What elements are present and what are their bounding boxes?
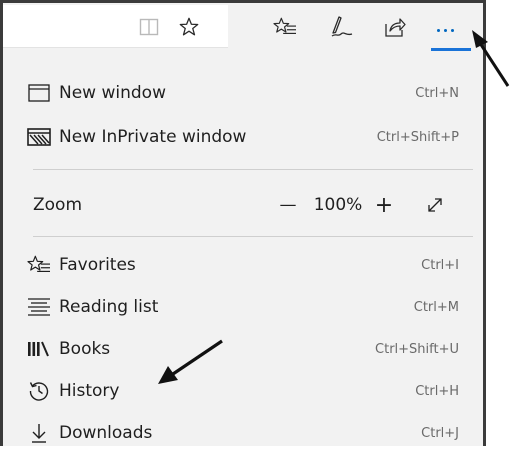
hub-button[interactable] bbox=[269, 11, 301, 43]
screenshot-stage: New window Ctrl+N New InPrivate window C… bbox=[0, 0, 512, 464]
zoom-out-button[interactable]: — bbox=[273, 195, 303, 215]
menu-item-history[interactable]: History Ctrl+H bbox=[17, 371, 471, 411]
favorites-icon bbox=[27, 253, 51, 277]
browser-toolbar bbox=[3, 3, 483, 57]
inprivate-icon bbox=[27, 125, 51, 149]
menu-item-label: Favorites bbox=[59, 255, 136, 275]
share-button[interactable] bbox=[379, 11, 411, 43]
menu-item-new-window[interactable]: New window Ctrl+N bbox=[17, 73, 471, 113]
menu-item-shortcut: Ctrl+N bbox=[415, 85, 459, 101]
menu-item-favorites[interactable]: Favorites Ctrl+I bbox=[17, 245, 471, 285]
history-icon bbox=[27, 379, 51, 403]
reading-view-icon bbox=[139, 18, 159, 36]
favorites-hub-icon bbox=[273, 17, 296, 35]
menu-item-new-inprivate-window[interactable]: New InPrivate window Ctrl+Shift+P bbox=[17, 117, 471, 157]
menu-item-label: New InPrivate window bbox=[59, 127, 247, 147]
books-icon bbox=[27, 337, 51, 361]
menu-item-shortcut: Ctrl+M bbox=[413, 299, 459, 315]
menu-item-zoom: Zoom — 100% + bbox=[17, 185, 471, 225]
annotation-arrow-history bbox=[158, 339, 223, 384]
zoom-label: Zoom bbox=[33, 195, 83, 215]
share-icon bbox=[385, 18, 406, 37]
menu-item-label: Reading list bbox=[59, 297, 159, 317]
menu-item-books[interactable]: Books Ctrl+Shift+U bbox=[17, 329, 471, 369]
menu-item-label: Downloads bbox=[59, 423, 153, 443]
zoom-in-button[interactable]: + bbox=[369, 193, 399, 218]
zoom-level: 100% bbox=[313, 195, 363, 215]
menu-item-downloads[interactable]: Downloads Ctrl+J bbox=[17, 413, 471, 446]
menu-item-label: Books bbox=[59, 339, 111, 359]
fullscreen-icon bbox=[428, 198, 442, 212]
add-favorite-button[interactable] bbox=[173, 11, 205, 43]
web-note-icon bbox=[331, 16, 353, 37]
address-bar[interactable] bbox=[3, 5, 228, 48]
menu-item-label: History bbox=[59, 381, 120, 401]
menu-divider bbox=[33, 169, 473, 170]
menu-item-shortcut: Ctrl+Shift+P bbox=[376, 129, 459, 145]
menu-item-label: New window bbox=[59, 83, 166, 103]
web-note-button[interactable] bbox=[325, 11, 357, 43]
fullscreen-button[interactable] bbox=[415, 196, 455, 214]
menu-item-shortcut: Ctrl+I bbox=[421, 257, 459, 273]
settings-and-more-menu: New window Ctrl+N New InPrivate window C… bbox=[17, 65, 483, 446]
edge-browser-window: New window Ctrl+N New InPrivate window C… bbox=[3, 3, 483, 446]
menu-item-shortcut: Ctrl+H bbox=[415, 383, 459, 399]
annotation-arrow-more bbox=[472, 30, 510, 87]
reading-view-button[interactable] bbox=[133, 11, 165, 43]
menu-item-reading-list[interactable]: Reading list Ctrl+M bbox=[17, 287, 471, 327]
window-icon bbox=[27, 81, 51, 105]
favorite-star-icon bbox=[179, 17, 199, 36]
more-actions-button[interactable] bbox=[431, 11, 471, 53]
menu-divider bbox=[33, 236, 473, 237]
active-indicator bbox=[431, 48, 471, 51]
downloads-icon bbox=[27, 421, 51, 445]
menu-item-shortcut: Ctrl+Shift+U bbox=[375, 341, 459, 357]
menu-item-shortcut: Ctrl+J bbox=[421, 425, 459, 441]
more-actions-icon bbox=[437, 29, 454, 32]
reading-list-icon bbox=[27, 295, 51, 319]
